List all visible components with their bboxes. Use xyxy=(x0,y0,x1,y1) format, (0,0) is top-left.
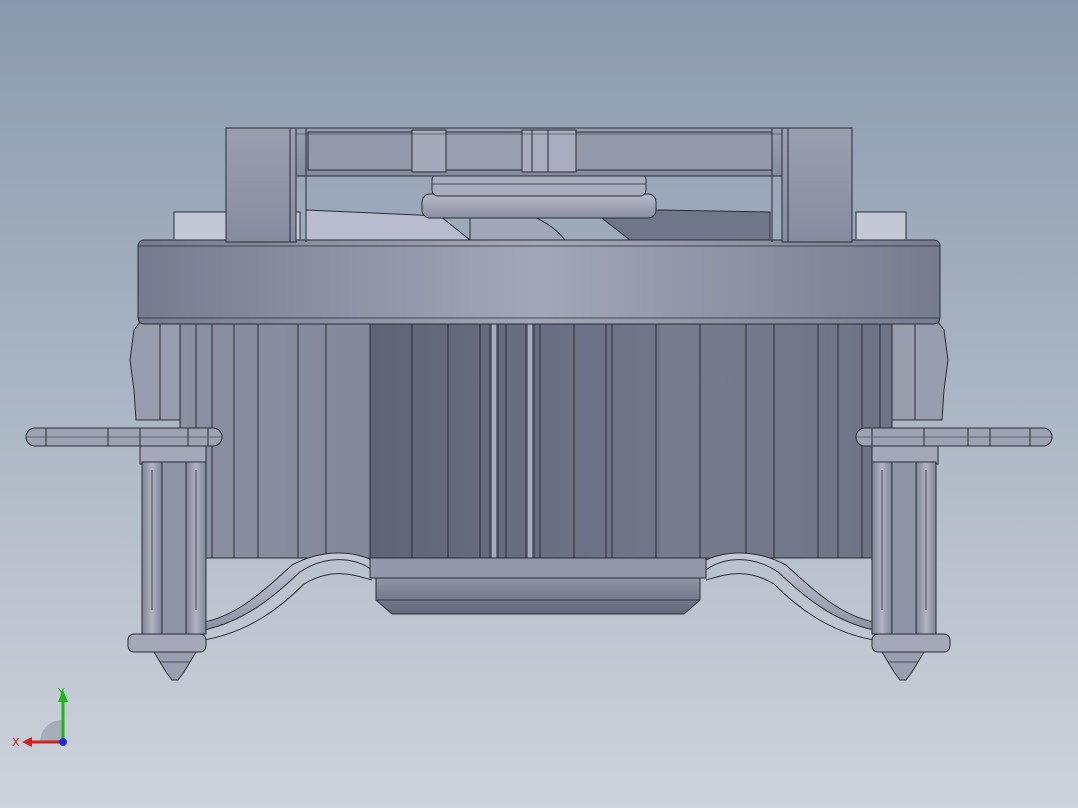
heatsink-fins xyxy=(179,321,893,559)
heatsink-left-profile xyxy=(129,321,181,421)
cpu-cooler-model[interactable] xyxy=(0,0,1078,808)
mount-arm-right xyxy=(855,427,1053,447)
push-pin-right xyxy=(871,445,951,681)
x-axis-label: X xyxy=(12,736,20,749)
heatsink-right-profile xyxy=(891,321,949,421)
x-axis-arrow-icon xyxy=(22,737,32,747)
push-pin-left xyxy=(127,445,207,681)
heatsink-base xyxy=(369,557,707,615)
mount-arm-left xyxy=(25,427,223,447)
z-axis-dot-icon xyxy=(59,738,67,746)
fan-shroud-ring xyxy=(137,239,941,325)
y-axis-label: Y xyxy=(57,686,65,699)
graphics-viewport[interactable]: Y X xyxy=(0,0,1078,808)
reference-triad[interactable]: Y X xyxy=(10,684,80,754)
triad-plane-icon xyxy=(40,720,62,742)
